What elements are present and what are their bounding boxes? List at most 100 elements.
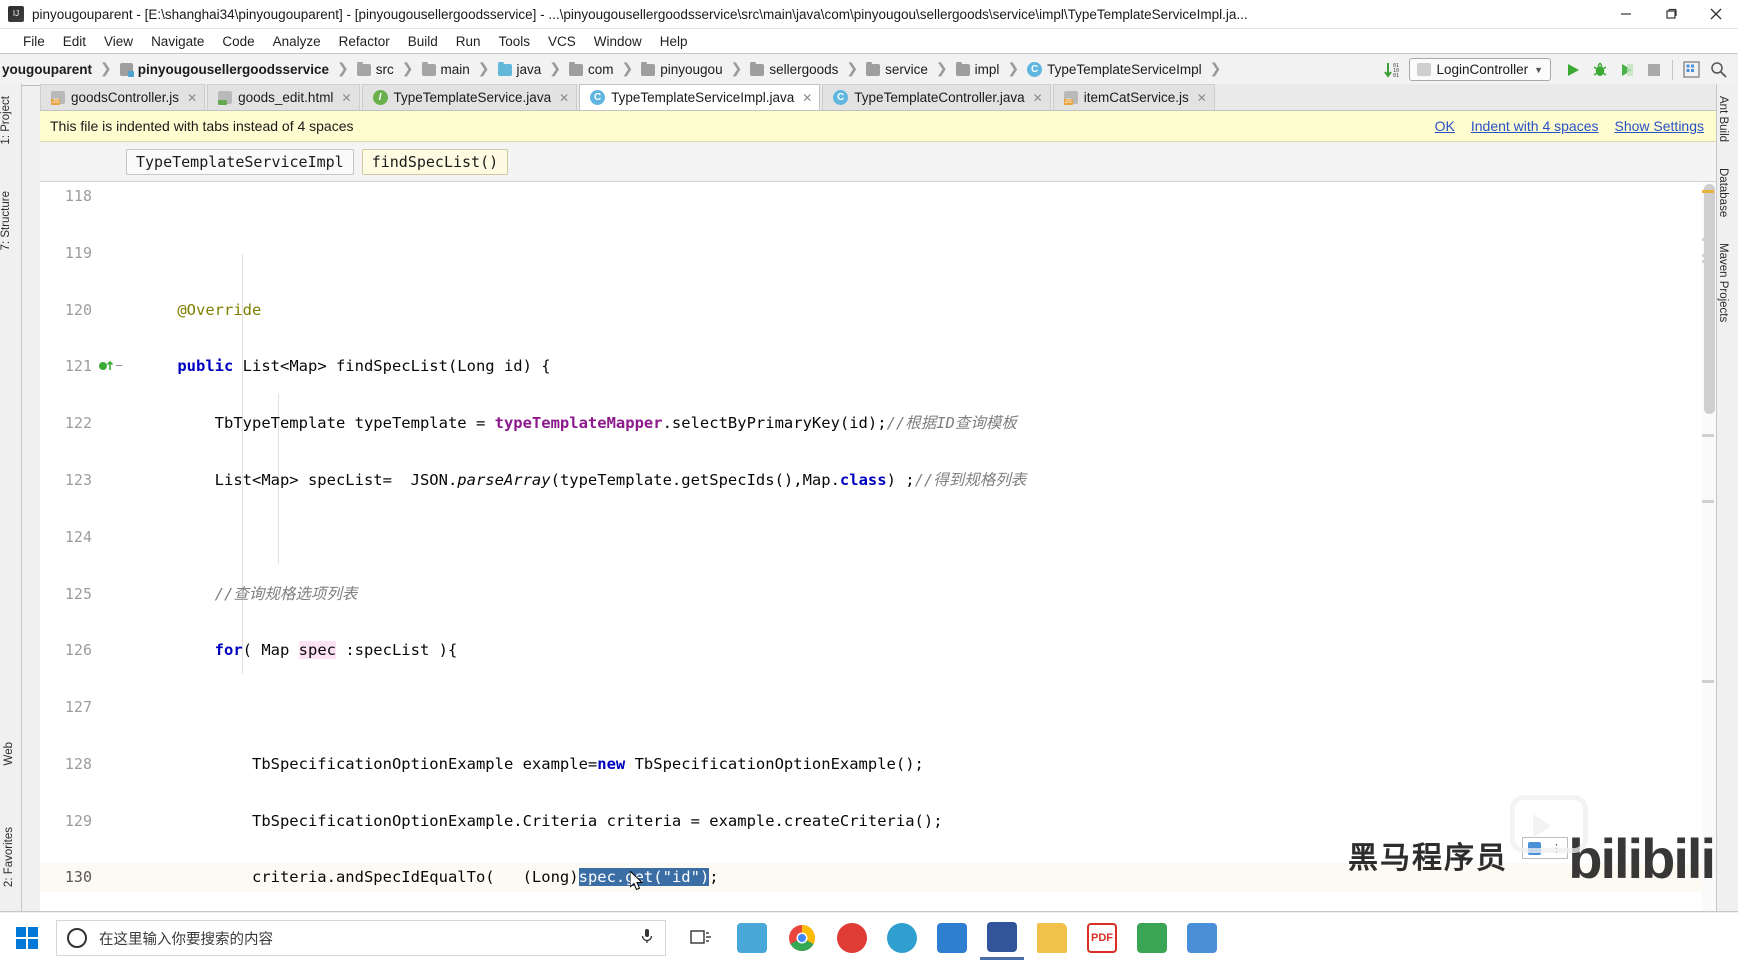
code-line-129[interactable]: 129 TbSpecificationOptionExample.Criteri… xyxy=(40,807,1716,835)
tool-database[interactable]: Database xyxy=(1717,162,1729,223)
breadcrumb-label: pinyougousellergoodsservice xyxy=(137,62,330,77)
fold-marker[interactable]: − xyxy=(112,352,126,380)
taskbar-app-chrome[interactable] xyxy=(780,916,824,960)
menu-build[interactable]: Build xyxy=(399,34,447,49)
breadcrumb-item-module[interactable]: pinyougousellergoodsservice xyxy=(118,62,331,77)
tool-structure[interactable]: 7: Structure xyxy=(0,185,12,256)
tab-TypeTemplateServiceImpl-java[interactable]: C TypeTemplateServiceImpl.java ✕ xyxy=(579,84,821,110)
code-line-125[interactable]: 125 //查询规格选项列表 xyxy=(40,580,1716,608)
breadcrumb-item-impl[interactable]: impl xyxy=(954,61,1002,77)
breadcrumb-method-findSpecList[interactable]: findSpecList() xyxy=(361,148,509,175)
taskbar-app-media[interactable] xyxy=(880,916,924,960)
close-icon[interactable]: ✕ xyxy=(187,91,197,105)
breadcrumb-item-sellergoods[interactable]: sellergoods xyxy=(748,61,840,77)
editor-scrollbar[interactable] xyxy=(1702,182,1716,911)
taskbar-app-opera[interactable] xyxy=(830,916,874,960)
notification-indent-link[interactable]: Indent with 4 spaces xyxy=(1471,118,1599,134)
build-project-button[interactable] xyxy=(1678,56,1705,83)
menu-navigate[interactable]: Navigate xyxy=(142,34,213,49)
breadcrumb-item-src[interactable]: src xyxy=(355,61,396,77)
close-icon[interactable]: ✕ xyxy=(802,91,812,105)
taskbar-app-explorer2[interactable] xyxy=(930,916,974,960)
scrollbar-thumb[interactable] xyxy=(1704,184,1715,414)
run-configuration-selector[interactable]: LoginController ▼ xyxy=(1408,58,1551,81)
code-line-124[interactable]: 124 xyxy=(40,523,1716,551)
breadcrumb-item-project[interactable]: yougouparent xyxy=(0,62,94,77)
opera-icon xyxy=(837,923,867,953)
taskbar-app-chart[interactable] xyxy=(1180,916,1224,960)
menu-file[interactable]: File xyxy=(14,34,54,49)
tool-project[interactable]: 1: Project xyxy=(0,90,12,151)
menu-vcs[interactable]: VCS xyxy=(539,34,585,49)
menu-edit[interactable]: Edit xyxy=(54,34,95,49)
close-icon[interactable]: ✕ xyxy=(1197,91,1207,105)
task-view-icon[interactable] xyxy=(680,916,724,960)
tab-label: itemCatService.js xyxy=(1083,90,1189,105)
tab-TypeTemplateController-java[interactable]: C TypeTemplateController.java ✕ xyxy=(822,84,1051,110)
tab-TypeTemplateService-java[interactable]: I TypeTemplateService.java ✕ xyxy=(361,84,578,110)
menu-code[interactable]: Code xyxy=(213,34,263,49)
menu-window[interactable]: Window xyxy=(585,34,651,49)
code-line-121[interactable]: 121 − public List<Map> findSpecList(Long… xyxy=(40,352,1716,380)
taskbar-app-editor[interactable] xyxy=(1130,916,1174,960)
tab-goods-edit-html[interactable]: goods_edit.html ✕ xyxy=(207,84,360,110)
package-icon xyxy=(641,61,656,76)
menu-refactor[interactable]: Refactor xyxy=(330,34,399,49)
microphone-icon[interactable] xyxy=(639,927,655,950)
tool-favorites[interactable]: 2: Favorites xyxy=(3,821,15,893)
taskbar-app-store[interactable] xyxy=(730,916,774,960)
code-line-130[interactable]: 130 criteria.andSpecIdEqualTo( (Long)spe… xyxy=(40,863,1716,892)
tab-goodsController-js[interactable]: goodsController.js ✕ xyxy=(40,84,206,110)
sort-numeric-icon[interactable]: 01 10 01 xyxy=(1383,61,1403,79)
menu-analyze[interactable]: Analyze xyxy=(264,34,330,49)
notification-ok-link[interactable]: OK xyxy=(1435,118,1455,134)
tab-itemCatService-js[interactable]: itemCatService.js ✕ xyxy=(1052,84,1215,110)
breadcrumb-item-com[interactable]: com xyxy=(567,61,616,77)
watermark-play-logo xyxy=(1510,795,1588,853)
code-editor[interactable]: 118 119 120 @Override 121 − public List<… xyxy=(40,182,1716,911)
tool-web[interactable]: Web xyxy=(3,736,15,771)
run-button[interactable] xyxy=(1559,56,1586,83)
search-everywhere-button[interactable] xyxy=(1705,56,1732,83)
breadcrumb-item-class[interactable]: C TypeTemplateServiceImpl xyxy=(1025,62,1204,77)
code-comment: //得到规格列表 xyxy=(914,470,1027,489)
taskbar-app-pdf[interactable]: PDF xyxy=(1080,916,1124,960)
breadcrumb-label: src xyxy=(375,62,394,77)
code-line-118[interactable]: 118 xyxy=(40,182,1716,210)
breadcrumb-item-main[interactable]: main xyxy=(420,61,472,77)
code-line-126[interactable]: 126 for( Map spec :specList ){ xyxy=(40,636,1716,664)
code-line-128[interactable]: 128 TbSpecificationOptionExample example… xyxy=(40,750,1716,778)
tool-ant-build[interactable]: Ant Build xyxy=(1717,90,1729,148)
notification-settings-link[interactable]: Show Settings xyxy=(1615,118,1705,134)
search-placeholder: 在这里输入你要搜索的内容 xyxy=(99,931,273,948)
maximize-icon[interactable] xyxy=(1648,0,1693,29)
code-line-122[interactable]: 122 TbTypeTemplate typeTemplate = typeTe… xyxy=(40,409,1716,437)
taskbar-app-explorer[interactable] xyxy=(1030,916,1074,960)
menu-help[interactable]: Help xyxy=(651,34,697,49)
search-input[interactable]: 在这里输入你要搜索的内容 xyxy=(56,920,666,956)
close-icon[interactable] xyxy=(1693,0,1738,29)
menu-view[interactable]: View xyxy=(95,34,142,49)
windows-start-icon[interactable] xyxy=(0,913,54,963)
taskbar-app-idea[interactable] xyxy=(980,916,1024,960)
menu-tools[interactable]: Tools xyxy=(490,34,540,49)
close-icon[interactable]: ✕ xyxy=(341,91,351,105)
stop-button[interactable] xyxy=(1640,56,1667,83)
code-line-127[interactable]: 127 xyxy=(40,693,1716,721)
breadcrumb-class-TypeTemplateServiceImpl[interactable]: TypeTemplateServiceImpl xyxy=(126,148,354,175)
close-icon[interactable]: ✕ xyxy=(1033,91,1043,105)
breadcrumb-item-java[interactable]: java xyxy=(496,61,544,77)
minimize-icon[interactable] xyxy=(1603,0,1648,29)
run-with-coverage-button[interactable] xyxy=(1613,56,1640,83)
breadcrumb-item-pinyougou[interactable]: pinyougou xyxy=(639,61,724,77)
menu-run[interactable]: Run xyxy=(447,34,490,49)
code-line-123[interactable]: 123 List<Map> specList= JSON.parseArray(… xyxy=(40,466,1716,494)
debug-button[interactable] xyxy=(1586,56,1613,83)
close-icon[interactable]: ✕ xyxy=(559,91,569,105)
method-breadcrumb: TypeTemplateServiceImpl findSpecList() xyxy=(40,142,1716,182)
package-icon xyxy=(569,61,584,76)
code-line-119[interactable]: 119 xyxy=(40,239,1716,267)
code-line-120[interactable]: 120 @Override xyxy=(40,296,1716,324)
breadcrumb-item-service[interactable]: service xyxy=(864,61,930,77)
tool-maven[interactable]: Maven Projects xyxy=(1717,237,1729,328)
